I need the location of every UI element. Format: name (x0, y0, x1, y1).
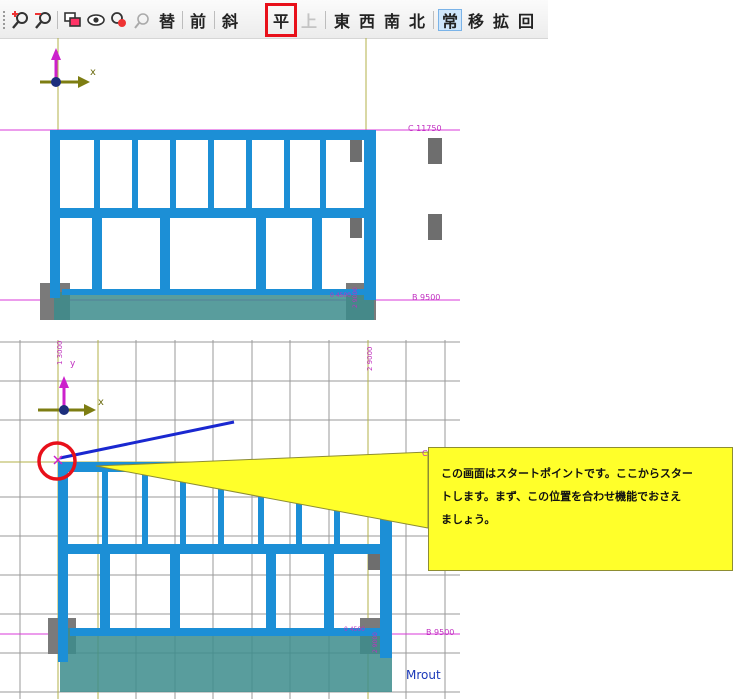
toolbar-button-kaku[interactable]: 拡 (489, 9, 513, 31)
bottom-grid-b-label: B 9500 (426, 628, 455, 637)
toolbar-separator (214, 11, 215, 29)
toolbar-button-utsuri[interactable]: 移 (464, 9, 488, 31)
eye-button[interactable] (85, 9, 107, 31)
zoom-out-button[interactable] (32, 9, 54, 31)
top-grid-b-label: B 9500 (412, 293, 441, 302)
toolbar-button-kae[interactable]: 替 (155, 9, 179, 31)
toolbar-grip[interactable] (3, 11, 7, 29)
toolbar-button-mae[interactable]: 前 (186, 9, 210, 31)
rotate-view-button[interactable] (131, 9, 153, 31)
bottom-view-pane[interactable]: x y 1 3000 2 9000 C B 9500 0 4500 2 9000 (0, 335, 460, 699)
zoom-in-button[interactable] (9, 9, 31, 31)
zoom-out-icon (35, 12, 51, 29)
top-grid-c-label: C 11750 (408, 124, 442, 133)
bottom-grid-label-top-right: 2 9000 (366, 346, 374, 372)
pick-icon (111, 12, 126, 27)
toolbar-button-naname[interactable]: 斜 (218, 9, 242, 31)
top-axis-x-label: x (90, 67, 96, 78)
toolbar-button-minami[interactable]: 南 (380, 9, 404, 31)
toolbar-button-nishi[interactable]: 西 (355, 9, 379, 31)
toolbar-separator (182, 11, 183, 29)
top-small-label: 0 4500 (330, 292, 351, 299)
view-toolbar: 替 前 斜 平 上 東 西 南 北 常 移 拡 回 (0, 0, 548, 39)
toolbar-separator (325, 11, 326, 29)
toolbar-separator (433, 11, 434, 29)
rotate-view-icon (134, 13, 149, 29)
bottom-grid-label-top-left: 1 3000 (56, 340, 64, 366)
toolbar-button-kita[interactable]: 北 (405, 9, 429, 31)
toolbar-button-kai[interactable]: 回 (514, 9, 538, 31)
toolbar-button-ue[interactable]: 上 (297, 9, 321, 31)
bottom-view-canvas[interactable] (0, 335, 460, 699)
eye-icon (87, 14, 105, 26)
toolbar-separator (57, 11, 58, 29)
bottom-small-label: 0 4500 (344, 626, 365, 633)
bottom-small-label-2: 2 9000 (372, 632, 379, 653)
display-button[interactable] (62, 9, 84, 31)
toolbar-button-tsune[interactable]: 常 (438, 9, 462, 31)
callout-text: この画面はスタートポイントです。ここからスター トします。まず、この位置を合わせ… (441, 467, 693, 526)
bottom-grid-c-label: C (422, 449, 428, 458)
instruction-callout: この画面はスタートポイントです。ここからスター トします。まず、この位置を合わせ… (428, 447, 733, 571)
display-icon (64, 12, 81, 27)
pick-button[interactable] (108, 9, 130, 31)
highlight-frame (265, 3, 297, 37)
mode-status-label: Mrout (406, 668, 441, 682)
zoom-in-icon (12, 11, 28, 29)
toolbar-button-higashi[interactable]: 東 (330, 9, 354, 31)
top-small-label-2: 2 9000 (352, 287, 359, 308)
top-view-pane[interactable]: x C 11750 B 9500 0 4500 2 9000 (0, 38, 460, 320)
bottom-axis-y-label: y (70, 359, 76, 369)
top-view-canvas[interactable] (0, 38, 460, 320)
bottom-axis-x-label: x (98, 397, 104, 408)
